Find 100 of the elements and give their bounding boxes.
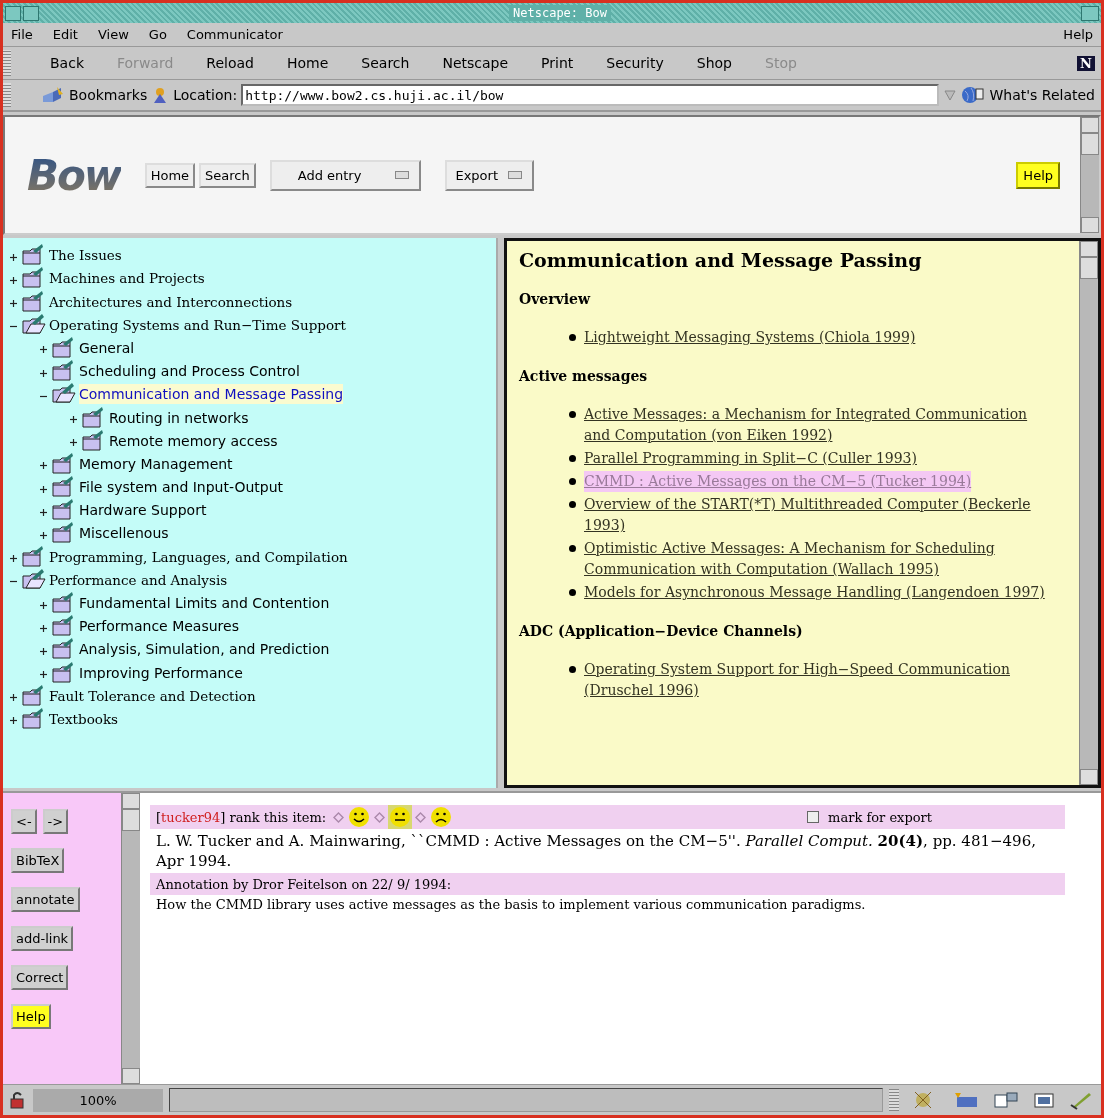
tree-item[interactable]: Performance and Analysis (49, 569, 228, 590)
menu-item[interactable]: Go (148, 27, 167, 42)
tree-item[interactable]: File system and Input-Output (79, 477, 284, 498)
scrollbar[interactable] (1079, 241, 1098, 785)
bookmark-icon[interactable] (41, 86, 65, 104)
plus-icon[interactable] (38, 530, 48, 540)
scrollbar[interactable] (1080, 117, 1099, 233)
paper-link[interactable]: Parallel Programming in Split−C (Culler 1993) (584, 448, 917, 469)
maximize-button[interactable] (1081, 5, 1099, 21)
plus-icon[interactable] (68, 415, 78, 424)
tree-item[interactable]: Textbooks (49, 708, 118, 729)
toolbar-button[interactable]: Search (361, 55, 410, 71)
paper-link[interactable]: Optimistic Active Messages: A Mechanism for Scheduling Communication with Computation (Wallach 1995) (584, 538, 1054, 580)
toolbar-button[interactable]: Reload (206, 55, 254, 71)
tree-item[interactable]: Improving Performance (79, 662, 243, 683)
tree-item[interactable]: Hardware Support (79, 500, 207, 521)
plus-icon[interactable] (38, 670, 48, 680)
dropdown-button[interactable]: Export (445, 159, 534, 191)
folder-icon (52, 591, 76, 613)
plus-icon[interactable] (8, 252, 18, 262)
plus-icon[interactable] (38, 368, 48, 378)
url-field[interactable]: http://www.bow2.cs.huji.ac.il/bow (241, 84, 940, 106)
rank-option[interactable] (388, 805, 413, 829)
tree-item[interactable]: General (79, 337, 135, 358)
toolbar-grip[interactable] (889, 1089, 899, 1111)
scrollbar[interactable] (121, 793, 140, 1084)
action-button[interactable]: annotate (11, 887, 80, 912)
menu-item[interactable]: Communicator (186, 27, 283, 42)
paper-link[interactable]: Overview of the START(*T) Multithreaded Computer (Beckerle 1993) (584, 494, 1054, 536)
folder-icon (22, 683, 46, 706)
toolbar-button[interactable]: Print (541, 55, 574, 71)
menu-item[interactable]: Edit (52, 27, 78, 42)
toolbar-button[interactable]: Security (606, 55, 664, 71)
rank-text: [tucker94] rank this item: (156, 809, 327, 825)
tree-item[interactable]: Remote memory access (109, 430, 278, 451)
toolbar-button[interactable]: Shop (696, 55, 732, 71)
toolbar-button[interactable]: Home (286, 55, 329, 71)
tree-item[interactable]: Operating Systems and Run−Time Support (49, 314, 346, 335)
rank-option[interactable] (429, 805, 454, 829)
tree-item[interactable]: Analysis, Simulation, and Prediction (79, 639, 330, 660)
tree-item[interactable]: The Issues (49, 245, 122, 266)
tree-item[interactable]: Scheduling and Process Control (79, 361, 300, 382)
tree-item[interactable]: Performance Measures (79, 616, 239, 637)
nav-button[interactable]: Home (144, 162, 196, 188)
action-button[interactable]: Correct (11, 965, 69, 990)
plus-icon[interactable] (8, 716, 18, 726)
netscape-logo[interactable]: N (1077, 55, 1095, 71)
folder-icon (82, 405, 106, 428)
tree-item[interactable]: Routing in networks (109, 407, 249, 428)
paper-link[interactable]: Lightweight Messaging Systems (Chiola 1999) (584, 327, 916, 348)
minimize-button[interactable] (23, 5, 39, 21)
nav-button[interactable]: <- (11, 809, 37, 834)
nav-button[interactable]: -> (42, 809, 69, 834)
globe-icon[interactable] (961, 85, 986, 105)
menu-item[interactable]: View (97, 27, 129, 42)
lock-icon[interactable] (9, 1091, 27, 1109)
window-menu-button[interactable] (5, 5, 21, 21)
plus-icon[interactable] (8, 554, 18, 564)
paper-link[interactable]: Models for Asynchronous Message Handling (Langendoen 1997) (584, 582, 1045, 603)
window-title: Netscape: Bow (509, 5, 611, 21)
toolbar-grip[interactable] (3, 50, 11, 76)
plus-icon[interactable] (38, 461, 48, 471)
toolbar-button[interactable]: Back (50, 55, 84, 71)
plus-icon[interactable] (38, 600, 48, 610)
bookmarks-label[interactable]: Bookmarks (69, 87, 148, 103)
tree-item[interactable]: Programming, Languages, and Compilation (49, 546, 348, 567)
plus-icon[interactable] (8, 275, 18, 285)
paper-link[interactable]: Operating System Support for High−Speed Communication (Druschel 1996) (584, 659, 1054, 701)
tree-item[interactable]: Communication and Message Passing (79, 384, 344, 405)
toolbar-grip[interactable] (3, 83, 11, 107)
toolbar-button[interactable]: Netscape (442, 55, 509, 71)
menu-item[interactable]: Help (1063, 27, 1093, 42)
help-button[interactable]: Help (11, 1004, 51, 1029)
tree-item[interactable]: Machines and Projects (49, 268, 205, 289)
plus-icon[interactable] (38, 623, 48, 633)
paper-link[interactable]: Active Messages: a Mechanism for Integrated Communication and Computation (von Eiken 1992) (584, 404, 1054, 446)
action-button[interactable]: BibTeX (11, 848, 65, 873)
tree-item[interactable]: Fault Tolerance and Detection (49, 685, 256, 706)
tree-item[interactable]: Architectures and Interconnections (49, 291, 293, 312)
whats-related-label[interactable]: What's Related (989, 87, 1095, 103)
plus-icon[interactable] (8, 299, 18, 309)
action-button[interactable]: add-link (11, 926, 74, 951)
rank-option[interactable] (347, 805, 372, 829)
tree-item[interactable]: Miscellenous (79, 523, 169, 544)
plus-icon[interactable] (38, 507, 48, 517)
menu-item[interactable]: File (11, 27, 33, 42)
help-button[interactable]: Help (1016, 161, 1060, 189)
plus-icon[interactable] (38, 646, 48, 656)
dropdown-button[interactable]: Add entry (269, 159, 422, 191)
plus-icon[interactable] (38, 345, 48, 355)
tree-item[interactable]: Fundamental Limits and Contention (79, 593, 330, 613)
folder-icon (52, 637, 76, 660)
plus-icon[interactable] (68, 438, 78, 448)
plus-icon[interactable] (8, 693, 18, 703)
entry-key-link[interactable]: tucker94 (161, 809, 221, 825)
plus-icon[interactable] (38, 484, 48, 494)
export-checkbox[interactable] (807, 811, 820, 823)
nav-button[interactable]: Search (199, 162, 256, 188)
tree-item[interactable]: Memory Management (79, 453, 233, 474)
folder-icon (52, 451, 76, 474)
